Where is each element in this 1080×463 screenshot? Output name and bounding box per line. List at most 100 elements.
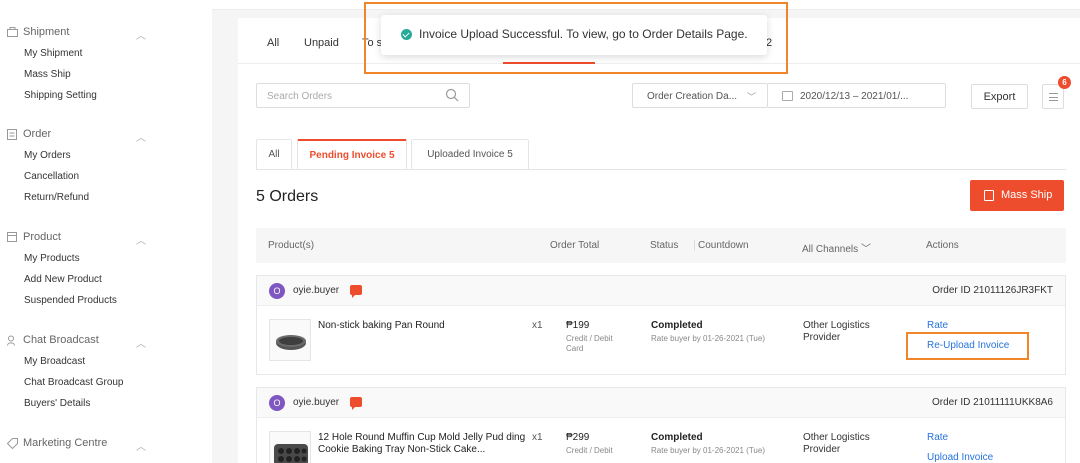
shipment-icon — [6, 26, 18, 38]
date-range-picker[interactable]: 2020/12/13 – 2021/01/... — [768, 83, 946, 108]
sidebar-item-cancellation[interactable]: Cancellation — [24, 171, 79, 182]
search-icon[interactable] — [445, 88, 459, 102]
chat-icon[interactable] — [350, 397, 362, 410]
product-icon — [6, 231, 18, 243]
sidebar-section-title: Product — [23, 231, 61, 243]
column-products: Product(s) — [268, 240, 315, 251]
orders-count: 5 Orders — [256, 188, 319, 205]
avatar[interactable]: O — [269, 395, 285, 411]
mass-ship-label: Mass Ship — [1001, 189, 1053, 201]
chevron-up-icon[interactable]: ︿ — [136, 438, 146, 453]
status-note: Rate buyer by 01-26-2021 (Tue) — [651, 334, 765, 343]
channels-filter-label: All Channels — [802, 244, 859, 255]
chevron-up-icon[interactable]: ︿ — [136, 232, 146, 247]
main-content: All Unpaid To s 2 Search Orders Order Cr… — [238, 18, 1080, 463]
calendar-icon — [782, 91, 793, 101]
chat-icon[interactable] — [350, 285, 362, 298]
divider — [694, 240, 695, 251]
order-total: ₱299 — [566, 432, 590, 443]
rate-link[interactable]: Rate — [927, 320, 948, 331]
sidebar-section-title: Shipment — [23, 26, 70, 38]
product-quantity: x1 — [532, 432, 543, 443]
sidebar-section-product[interactable]: Product — [6, 231, 156, 243]
sidebar-item-suspended-products[interactable]: Suspended Products — [24, 295, 117, 306]
chevron-up-icon[interactable]: ︿ — [136, 27, 146, 42]
date-range-value: 2020/12/13 – 2021/01/... — [800, 91, 909, 102]
order-header: O oyie.buyer Order ID 21011126JR3FKT — [257, 276, 1065, 306]
sidebar-section-marketing-centre[interactable]: Marketing Centre — [6, 437, 156, 449]
notification-badge: 6 — [1058, 76, 1071, 89]
sidebar-item-buyers-details[interactable]: Buyers' Details — [24, 398, 90, 409]
product-name[interactable]: Non-stick baking Pan Round — [318, 320, 526, 332]
broadcast-icon — [6, 334, 18, 346]
chevron-up-icon[interactable]: ︿ — [136, 129, 146, 144]
toast-message: Invoice Upload Successful. To view, go t… — [419, 27, 748, 41]
sidebar-section-chat-broadcast[interactable]: Chat Broadcast — [6, 334, 156, 346]
mass-ship-button[interactable]: Mass Ship — [970, 180, 1064, 211]
order-total: ₱199 — [566, 320, 590, 331]
order-icon — [6, 128, 18, 140]
order-id: Order ID 21011111UKK8A6 — [932, 397, 1053, 408]
order-card: O oyie.buyer Order ID 21011126JR3FKT Non… — [256, 275, 1066, 375]
status-note: Rate buyer by 01-26-2021 (Tue) — [651, 446, 765, 455]
sidebar: Shipment ︿ My Shipment Mass Ship Shippin… — [0, 0, 212, 463]
order-status: Completed — [651, 320, 703, 331]
tab-unpaid[interactable]: Unpaid — [304, 37, 339, 49]
product-quantity: x1 — [532, 320, 543, 331]
search-placeholder: Search Orders — [267, 91, 333, 102]
sidebar-item-return-refund[interactable]: Return/Refund — [24, 192, 89, 203]
list-icon — [1049, 93, 1058, 101]
divider — [256, 169, 1066, 170]
sidebar-section-title: Marketing Centre — [23, 437, 108, 449]
search-orders-input[interactable]: Search Orders — [256, 83, 470, 108]
subtab-all[interactable]: All — [256, 139, 292, 170]
payment-method: Credit / Debit — [566, 446, 613, 455]
sidebar-item-my-orders[interactable]: My Orders — [24, 150, 71, 161]
sidebar-section-order[interactable]: Order — [6, 128, 156, 140]
rate-link[interactable]: Rate — [927, 432, 948, 443]
logistics-channel: Other Logistics Provider — [803, 320, 870, 343]
buyer-name[interactable]: oyie.buyer — [293, 397, 339, 408]
sort-dropdown-label: Order Creation Da... — [647, 91, 738, 102]
sidebar-item-my-shipment[interactable]: My Shipment — [24, 48, 82, 59]
product-name[interactable]: 12 Hole Round Muffin Cup Mold Jelly Pud … — [318, 432, 526, 456]
sidebar-item-shipping-setting[interactable]: Shipping Setting — [24, 90, 97, 101]
upload-invoice-link[interactable]: Upload Invoice — [927, 452, 993, 463]
sort-dropdown[interactable]: Order Creation Da... ﹀ — [632, 83, 768, 108]
table-header: Product(s) Order Total Status Countdown … — [256, 228, 1066, 263]
subtab-pending-invoice[interactable]: Pending Invoice 5 — [297, 139, 407, 170]
column-actions: Actions — [926, 240, 959, 251]
avatar[interactable]: O — [269, 283, 285, 299]
buyer-name[interactable]: oyie.buyer — [293, 285, 339, 296]
sidebar-section-title: Chat Broadcast — [23, 334, 99, 346]
sidebar-item-my-products[interactable]: My Products — [24, 253, 80, 264]
export-button[interactable]: Export — [971, 84, 1028, 109]
channels-filter[interactable]: All Channels ﹀ — [802, 240, 871, 255]
mass-ship-icon — [984, 190, 994, 201]
chevron-up-icon[interactable]: ︿ — [136, 335, 146, 350]
product-thumbnail[interactable] — [269, 319, 311, 361]
order-header: O oyie.buyer Order ID 21011111UKK8A6 — [257, 388, 1065, 418]
reupload-highlight — [906, 332, 1029, 360]
order-id: Order ID 21011126JR3FKT — [932, 285, 1053, 296]
subtab-uploaded-invoice[interactable]: Uploaded Invoice 5 — [411, 139, 529, 170]
sidebar-item-mass-ship[interactable]: Mass Ship — [24, 69, 71, 80]
logistics-channel: Other Logistics Provider — [803, 432, 870, 455]
sidebar-item-my-broadcast[interactable]: My Broadcast — [24, 356, 85, 367]
payment-method: Credit / Debit Card — [566, 334, 613, 353]
sidebar-section-title: Order — [23, 128, 52, 140]
product-thumbnail[interactable] — [269, 431, 311, 463]
order-card: O oyie.buyer Order ID 21011111UKK8A6 12 … — [256, 387, 1066, 463]
tab-all[interactable]: All — [267, 37, 279, 49]
check-circle-icon — [401, 29, 412, 40]
chevron-down-icon: ﹀ — [747, 92, 757, 102]
success-toast: Invoice Upload Successful. To view, go t… — [381, 15, 767, 55]
sidebar-section-shipment[interactable]: Shipment — [6, 26, 156, 38]
chevron-down-icon: ﹀ — [860, 244, 871, 255]
column-countdown: Countdown — [698, 240, 749, 251]
sidebar-item-add-new-product[interactable]: Add New Product — [24, 274, 102, 285]
order-status: Completed — [651, 432, 703, 443]
column-status: Status — [650, 240, 679, 251]
sidebar-item-chat-broadcast-group[interactable]: Chat Broadcast Group — [24, 377, 124, 388]
marketing-icon — [6, 437, 18, 449]
